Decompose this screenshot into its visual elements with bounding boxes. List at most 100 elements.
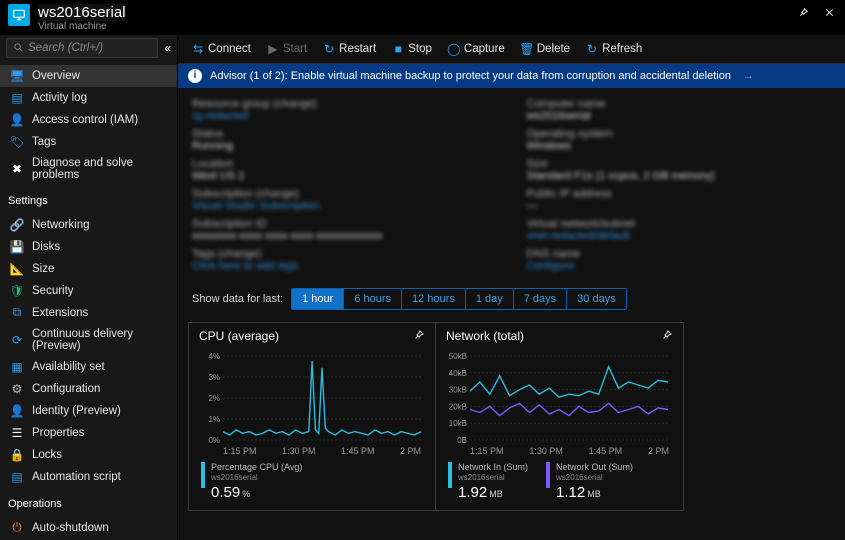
- overview-icon: 🖥: [10, 69, 24, 83]
- size-icon: 📐: [10, 262, 24, 276]
- restart-button[interactable]: ↻ Restart: [315, 39, 384, 59]
- script-icon: ▤: [10, 470, 24, 484]
- stop-button[interactable]: ■Stop: [384, 39, 440, 59]
- tags-icon: 🏷: [10, 135, 24, 149]
- detail-value[interactable]: rg-redacted: [192, 110, 497, 122]
- stop-icon: ■: [392, 43, 404, 55]
- refresh-button[interactable]: ↻Refresh: [578, 39, 650, 59]
- sidebar-item-disks[interactable]: 💾Disks: [0, 236, 177, 258]
- detail-label: Location: [192, 158, 497, 170]
- xaxis-tick: 1:45 PM: [341, 446, 375, 456]
- xaxis-tick: 1:15 PM: [470, 446, 504, 456]
- detail-left-4: Subscription IDxxxxxxxx-xxxx-xxxx-xxxx-x…: [192, 218, 497, 242]
- network-card[interactable]: Network (total) 0B10kB20kB30kB40kB50kB 1…: [436, 322, 684, 511]
- detail-right-4: Virtual network/subnetvnet-redacted/defa…: [527, 218, 832, 242]
- sidebar-item-auto-shutdown[interactable]: ⏻Auto-shutdown: [0, 517, 177, 539]
- sidebar-item-label: Extensions: [32, 307, 88, 319]
- sidebar-item-locks[interactable]: 🔒Locks: [0, 444, 177, 466]
- sidebar-item-label: Security: [32, 285, 74, 297]
- cpu-legend-l2: ws2016serial: [211, 473, 302, 483]
- start-icon: ▶: [267, 43, 279, 55]
- sidebar-item-overview[interactable]: 🖥Overview: [0, 65, 177, 87]
- detail-value: ws2016serial: [527, 110, 832, 122]
- detail-value: West US 2: [192, 170, 497, 182]
- net-out-legend-l2: ws2016serial: [556, 473, 633, 483]
- cpu-legend-l1: Percentage CPU (Avg): [211, 462, 302, 473]
- sidebar-item-label: Auto-shutdown: [32, 522, 109, 534]
- detail-right-3: Public IP address—: [527, 188, 832, 212]
- detail-label: Virtual network/subnet: [527, 218, 832, 230]
- sidebar-item-configuration[interactable]: ⚙Configuration: [0, 378, 177, 400]
- pin-chart-icon[interactable]: [413, 329, 425, 344]
- sidebar-item-label: Identity (Preview): [32, 405, 121, 417]
- detail-label: Size: [527, 158, 832, 170]
- restart-icon: ↻: [323, 43, 335, 55]
- detail-right-1: Operating systemWindows: [527, 128, 832, 152]
- time-tab-1hour[interactable]: 1 hour: [292, 289, 343, 309]
- sidebar-item-size[interactable]: 📐 Size: [0, 258, 177, 280]
- refresh-icon: ↻: [586, 43, 598, 55]
- delete-button[interactable]: 🗑Delete: [513, 39, 578, 59]
- vm-icon: [8, 4, 30, 26]
- advisor-text: Advisor (1 of 2): Enable virtual machine…: [210, 70, 731, 82]
- close-icon[interactable]: [821, 4, 837, 20]
- sidebar-item-identity-preview-[interactable]: 👤Identity (Preview): [0, 400, 177, 422]
- time-tab-1day[interactable]: 1 day: [465, 289, 513, 309]
- xaxis-tick: 1:30 PM: [282, 446, 316, 456]
- sidebar-item-activity-log[interactable]: ▤Activity log: [0, 87, 177, 109]
- net-out-legend-item: Network Out (Sum) ws2016serial 1.12MB: [546, 462, 633, 502]
- advisor-banner[interactable]: i Advisor (1 of 2): Enable virtual machi…: [178, 64, 845, 88]
- detail-left-1: StatusRunning: [192, 128, 497, 152]
- sidebar-item-tags[interactable]: 🏷Tags: [0, 131, 177, 153]
- sidebar: Search (Ctrl+/) « 🖥Overview▤Activity log…: [0, 35, 178, 540]
- toolbar-button-label: Restart: [339, 43, 376, 55]
- sidebar-item-label: Continuous delivery (Preview): [32, 328, 169, 352]
- svg-text:50kB: 50kB: [449, 352, 467, 361]
- cpu-legend-value: 0.59: [211, 484, 240, 501]
- net-out-legend-l1: Network Out (Sum): [556, 462, 633, 473]
- sidebar-item-automation-script[interactable]: ▤ Automation script: [0, 466, 177, 488]
- pin-chart-icon[interactable]: [661, 329, 673, 344]
- cpu-card[interactable]: CPU (average) 0%1%2%3%4% 1:15 PM1:30 PM1…: [188, 322, 436, 511]
- detail-label: Resource group (change): [192, 98, 497, 110]
- time-range-tabs: 1 hour6 hours12 hours1 day7 days30 days: [291, 288, 627, 310]
- sidebar-item-security[interactable]: 🛡Security: [0, 280, 177, 302]
- network-chart: 0B10kB20kB30kB40kB50kB: [446, 352, 672, 444]
- time-tab-7days[interactable]: 7 days: [513, 289, 566, 309]
- sidebar-item-diagnose-and-solve-problems[interactable]: ✖Diagnose and solve problems: [0, 153, 177, 185]
- detail-value: Standard F1s (1 vcpus, 2 GB memory): [527, 170, 832, 182]
- detail-value[interactable]: vnet-redacted/default: [527, 230, 832, 242]
- svg-text:30kB: 30kB: [449, 385, 467, 394]
- svg-text:0B: 0B: [457, 436, 467, 444]
- detail-value[interactable]: Visual Studio Subscription: [192, 200, 497, 212]
- sidebar-item-availability-set[interactable]: ▦Availability set: [0, 356, 177, 378]
- network-card-title: Network (total): [446, 329, 524, 343]
- sidebar-item-access-control-iam-[interactable]: 👤Access control (IAM): [0, 109, 177, 131]
- capture-button[interactable]: ◯Capture: [440, 39, 513, 59]
- cpu-legend-unit: %: [242, 489, 250, 499]
- detail-value[interactable]: Configure: [527, 260, 832, 272]
- time-tab-12hours[interactable]: 12 hours: [401, 289, 465, 309]
- cpu-card-title: CPU (average): [199, 329, 279, 343]
- time-tab-30days[interactable]: 30 days: [566, 289, 626, 309]
- sidebar-item-label: Size: [32, 263, 54, 275]
- pin-icon[interactable]: [795, 4, 811, 20]
- availability-icon: ▦: [10, 360, 24, 374]
- sidebar-item-properties[interactable]: ☰Properties: [0, 422, 177, 444]
- xaxis-tick: 1:45 PM: [589, 446, 623, 456]
- sidebar-item-extensions[interactable]: ⧉Extensions: [0, 302, 177, 324]
- capture-icon: ◯: [448, 43, 460, 55]
- detail-label: Status: [192, 128, 497, 140]
- sidebar-item-continuous-delivery-preview-[interactable]: ⟳Continuous delivery (Preview): [0, 324, 177, 356]
- sidebar-item-networking[interactable]: 🔗Networking: [0, 214, 177, 236]
- detail-value[interactable]: Click here to add tags: [192, 260, 497, 272]
- time-tab-6hours[interactable]: 6 hours: [343, 289, 401, 309]
- page-title: ws2016serial: [38, 4, 126, 21]
- svg-text:20kB: 20kB: [449, 402, 467, 411]
- search-input[interactable]: Search (Ctrl+/): [6, 38, 158, 58]
- start-button: ▶Start: [259, 39, 315, 59]
- sidebar-item-label: Automation script: [32, 471, 121, 483]
- connect-button[interactable]: ⇆Connect: [184, 39, 259, 59]
- detail-left-2: LocationWest US 2: [192, 158, 497, 182]
- collapse-sidebar-icon[interactable]: «: [164, 41, 171, 55]
